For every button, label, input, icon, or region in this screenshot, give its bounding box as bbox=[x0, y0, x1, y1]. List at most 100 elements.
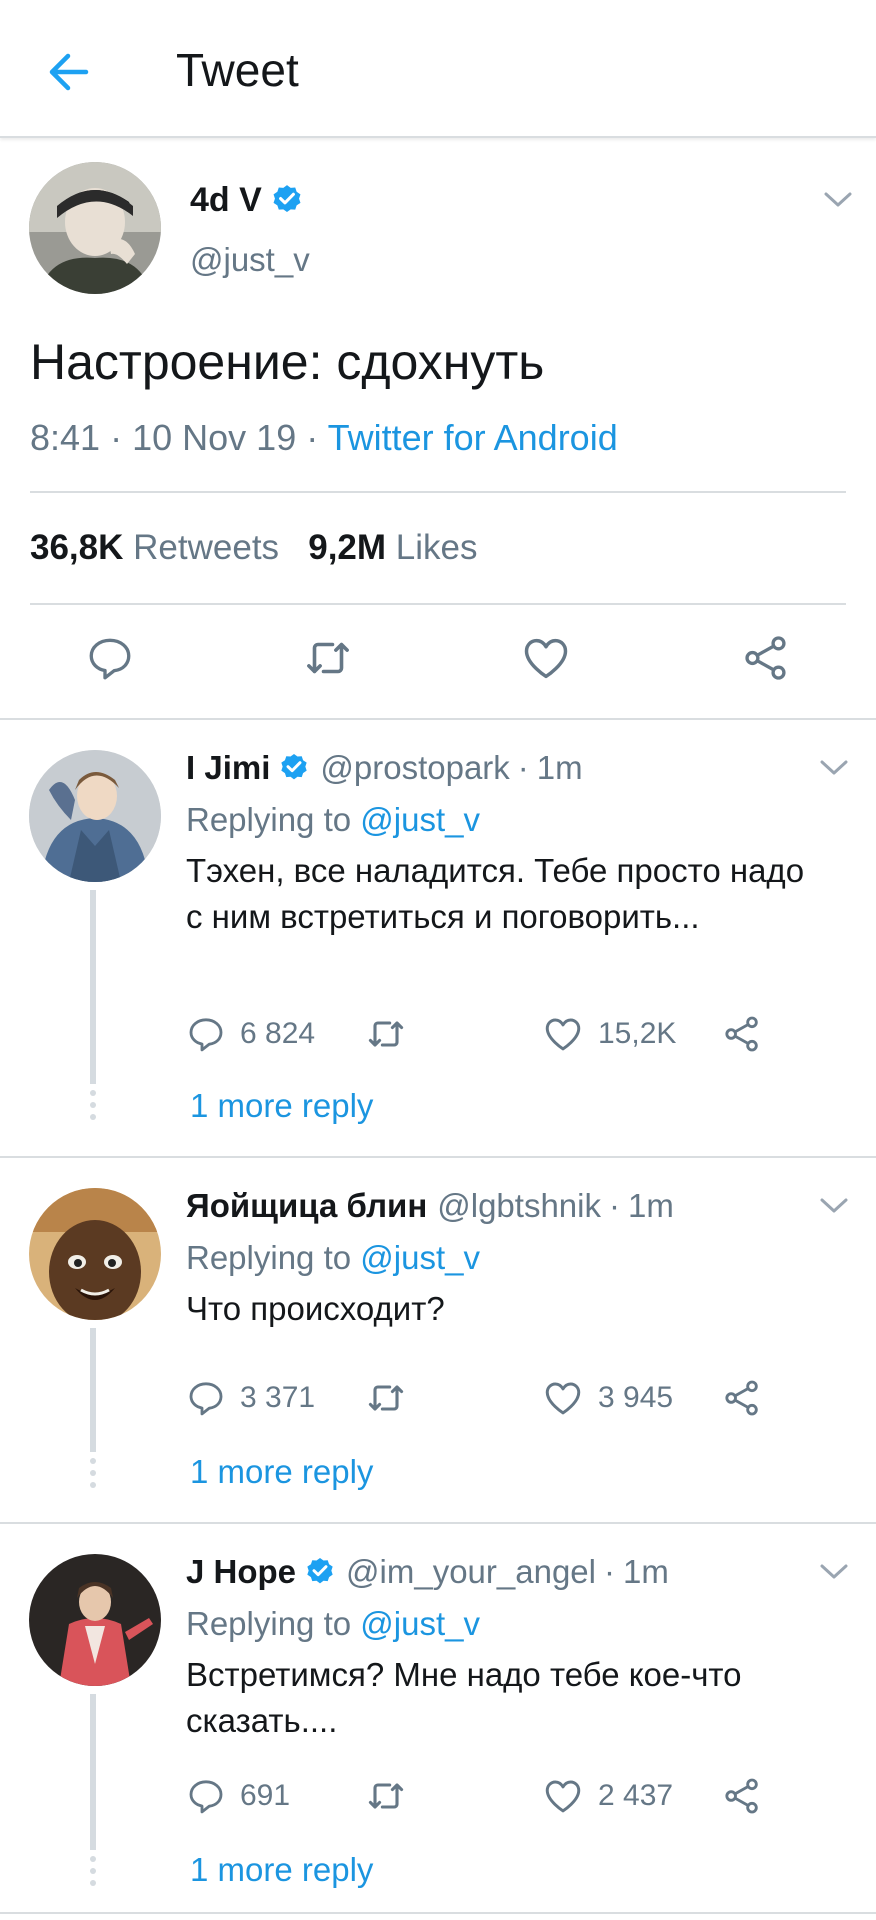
heart-icon bbox=[545, 1780, 581, 1813]
like-button[interactable]: 2 437 bbox=[542, 1772, 673, 1820]
back-button[interactable] bbox=[36, 40, 100, 104]
like-button[interactable]: 15,2K bbox=[542, 1010, 676, 1058]
heart-icon bbox=[545, 1018, 581, 1051]
retweet-icon bbox=[368, 1021, 404, 1047]
likes-stat[interactable]: 9,2M Likes bbox=[308, 528, 477, 567]
tweet-source-link[interactable]: Twitter for Android bbox=[328, 417, 618, 458]
retweet-button[interactable] bbox=[364, 1374, 422, 1422]
tweet-stats: 36,8K Retweets 9,2M Likes bbox=[30, 526, 478, 570]
meta-separator: · bbox=[306, 417, 319, 458]
reply-author-handle[interactable]: @prostopark bbox=[320, 748, 509, 788]
reply-action-bar: 3 371 3 945 bbox=[186, 1374, 806, 1422]
avatar[interactable] bbox=[29, 1554, 161, 1686]
divider bbox=[30, 491, 846, 493]
more-replies-link[interactable]: 1 more reply bbox=[190, 1086, 373, 1126]
thread-line bbox=[90, 890, 96, 1084]
avatar[interactable] bbox=[29, 162, 161, 294]
reply-button[interactable]: 6 824 bbox=[186, 1010, 315, 1058]
reply-tweet[interactable]: J Hope @im_your_angel · 1m Replying to @… bbox=[0, 1524, 876, 1920]
share-button[interactable] bbox=[722, 1010, 776, 1058]
replying-to: Replying to @just_v bbox=[186, 800, 480, 840]
reply-menu-button[interactable] bbox=[814, 1186, 854, 1226]
retweet-icon bbox=[368, 1783, 404, 1809]
reply-author-handle[interactable]: @im_your_angel bbox=[346, 1552, 596, 1592]
thread-line bbox=[90, 1694, 96, 1850]
retweets-stat[interactable]: 36,8K Retweets bbox=[30, 528, 279, 567]
chevron-down-icon bbox=[820, 1198, 848, 1213]
avatar-image bbox=[29, 1554, 161, 1686]
retweets-label: Retweets bbox=[133, 528, 280, 567]
replying-label: Replying to bbox=[186, 1605, 352, 1642]
like-count: 2 437 bbox=[598, 1779, 674, 1812]
retweet-button[interactable] bbox=[364, 1010, 422, 1058]
replying-label: Replying to bbox=[186, 801, 352, 838]
reply-time: 1m bbox=[536, 749, 583, 786]
avatar-image bbox=[29, 1188, 161, 1320]
meta-separator: · bbox=[517, 749, 529, 786]
reply-time: 1m bbox=[628, 1187, 674, 1224]
replying-mention-link[interactable]: @just_v bbox=[360, 1239, 480, 1276]
avatar-image bbox=[29, 162, 161, 294]
reply-button[interactable] bbox=[82, 630, 138, 686]
retweet-button[interactable] bbox=[300, 630, 356, 686]
reply-author-name[interactable]: Яойщица блин bbox=[186, 1186, 427, 1226]
reply-button[interactable]: 691 bbox=[186, 1772, 290, 1820]
replying-mention-link[interactable]: @just_v bbox=[360, 1605, 480, 1642]
reply-button[interactable]: 3 371 bbox=[186, 1374, 315, 1422]
avatar[interactable] bbox=[29, 1188, 161, 1320]
reply-tweet[interactable]: I Jimi @prostopark · 1m Replying to @jus… bbox=[0, 720, 876, 1156]
retweet-button[interactable] bbox=[364, 1772, 422, 1820]
arrow-left-icon bbox=[49, 53, 89, 91]
reply-author-handle[interactable]: @lgbtshnik bbox=[437, 1186, 601, 1226]
reply-text: Что происходит? bbox=[186, 1290, 445, 1327]
comment-icon bbox=[189, 1780, 223, 1814]
comment-icon bbox=[189, 1382, 223, 1416]
like-button[interactable]: 3 945 bbox=[542, 1374, 673, 1422]
reply-author-name[interactable]: J Hope bbox=[186, 1552, 296, 1592]
author-name-text: 4d V bbox=[190, 181, 262, 219]
verified-badge-icon bbox=[273, 185, 301, 213]
reply-time: 1m bbox=[623, 1553, 669, 1590]
author-name[interactable]: 4d V bbox=[190, 180, 304, 220]
tweet-menu-button[interactable] bbox=[818, 180, 858, 220]
share-icon bbox=[745, 636, 786, 680]
tweet-meta: 8:41 · 10 Nov 19 · Twitter for Android bbox=[30, 416, 618, 460]
likes-label: Likes bbox=[395, 528, 478, 567]
reply-menu-button[interactable] bbox=[814, 748, 854, 788]
thread-dots bbox=[90, 1856, 96, 1892]
reply-text: Встретимся? Мне надо тебе кое-что сказат… bbox=[186, 1656, 742, 1739]
divider bbox=[30, 603, 846, 605]
meta-separator: · bbox=[609, 1187, 620, 1224]
reply-menu-button[interactable] bbox=[814, 1552, 854, 1592]
meta-separator: · bbox=[604, 1553, 615, 1590]
more-replies-link[interactable]: 1 more reply bbox=[190, 1850, 373, 1890]
thread-dots bbox=[90, 1090, 96, 1126]
chevron-down-icon bbox=[820, 1564, 848, 1579]
heart-icon bbox=[524, 638, 568, 679]
reply-action-bar: 6 824 15,2K bbox=[186, 1010, 806, 1058]
comment-icon bbox=[89, 638, 131, 680]
reply-author-name[interactable]: I Jimi bbox=[186, 748, 270, 788]
share-button[interactable] bbox=[722, 1374, 776, 1422]
reply-count: 3 371 bbox=[240, 1381, 316, 1414]
reply-tweet[interactable]: Яойщица блин @lgbtshnik · 1m Replying to… bbox=[0, 1158, 876, 1522]
thread-line bbox=[90, 1328, 96, 1452]
app-header: Tweet bbox=[0, 0, 876, 138]
heart-icon bbox=[545, 1382, 581, 1415]
share-button[interactable] bbox=[738, 630, 794, 686]
verified-badge-icon bbox=[281, 754, 308, 780]
more-replies-link[interactable]: 1 more reply bbox=[190, 1452, 373, 1492]
author-handle[interactable]: @just_v bbox=[190, 240, 310, 280]
share-button[interactable] bbox=[722, 1772, 776, 1820]
like-button[interactable] bbox=[518, 630, 574, 686]
thread-dots bbox=[90, 1458, 96, 1494]
like-count: 3 945 bbox=[598, 1381, 674, 1414]
avatar[interactable] bbox=[29, 750, 161, 882]
chevron-down-icon bbox=[824, 192, 852, 207]
retweets-count: 36,8K bbox=[30, 528, 124, 567]
reply-header: J Hope @im_your_angel · 1m bbox=[186, 1552, 669, 1592]
replying-mention-link[interactable]: @just_v bbox=[360, 801, 480, 838]
share-icon bbox=[725, 1380, 758, 1416]
tweet-action-bar bbox=[0, 630, 876, 690]
tweet-time: 8:41 bbox=[30, 417, 101, 458]
